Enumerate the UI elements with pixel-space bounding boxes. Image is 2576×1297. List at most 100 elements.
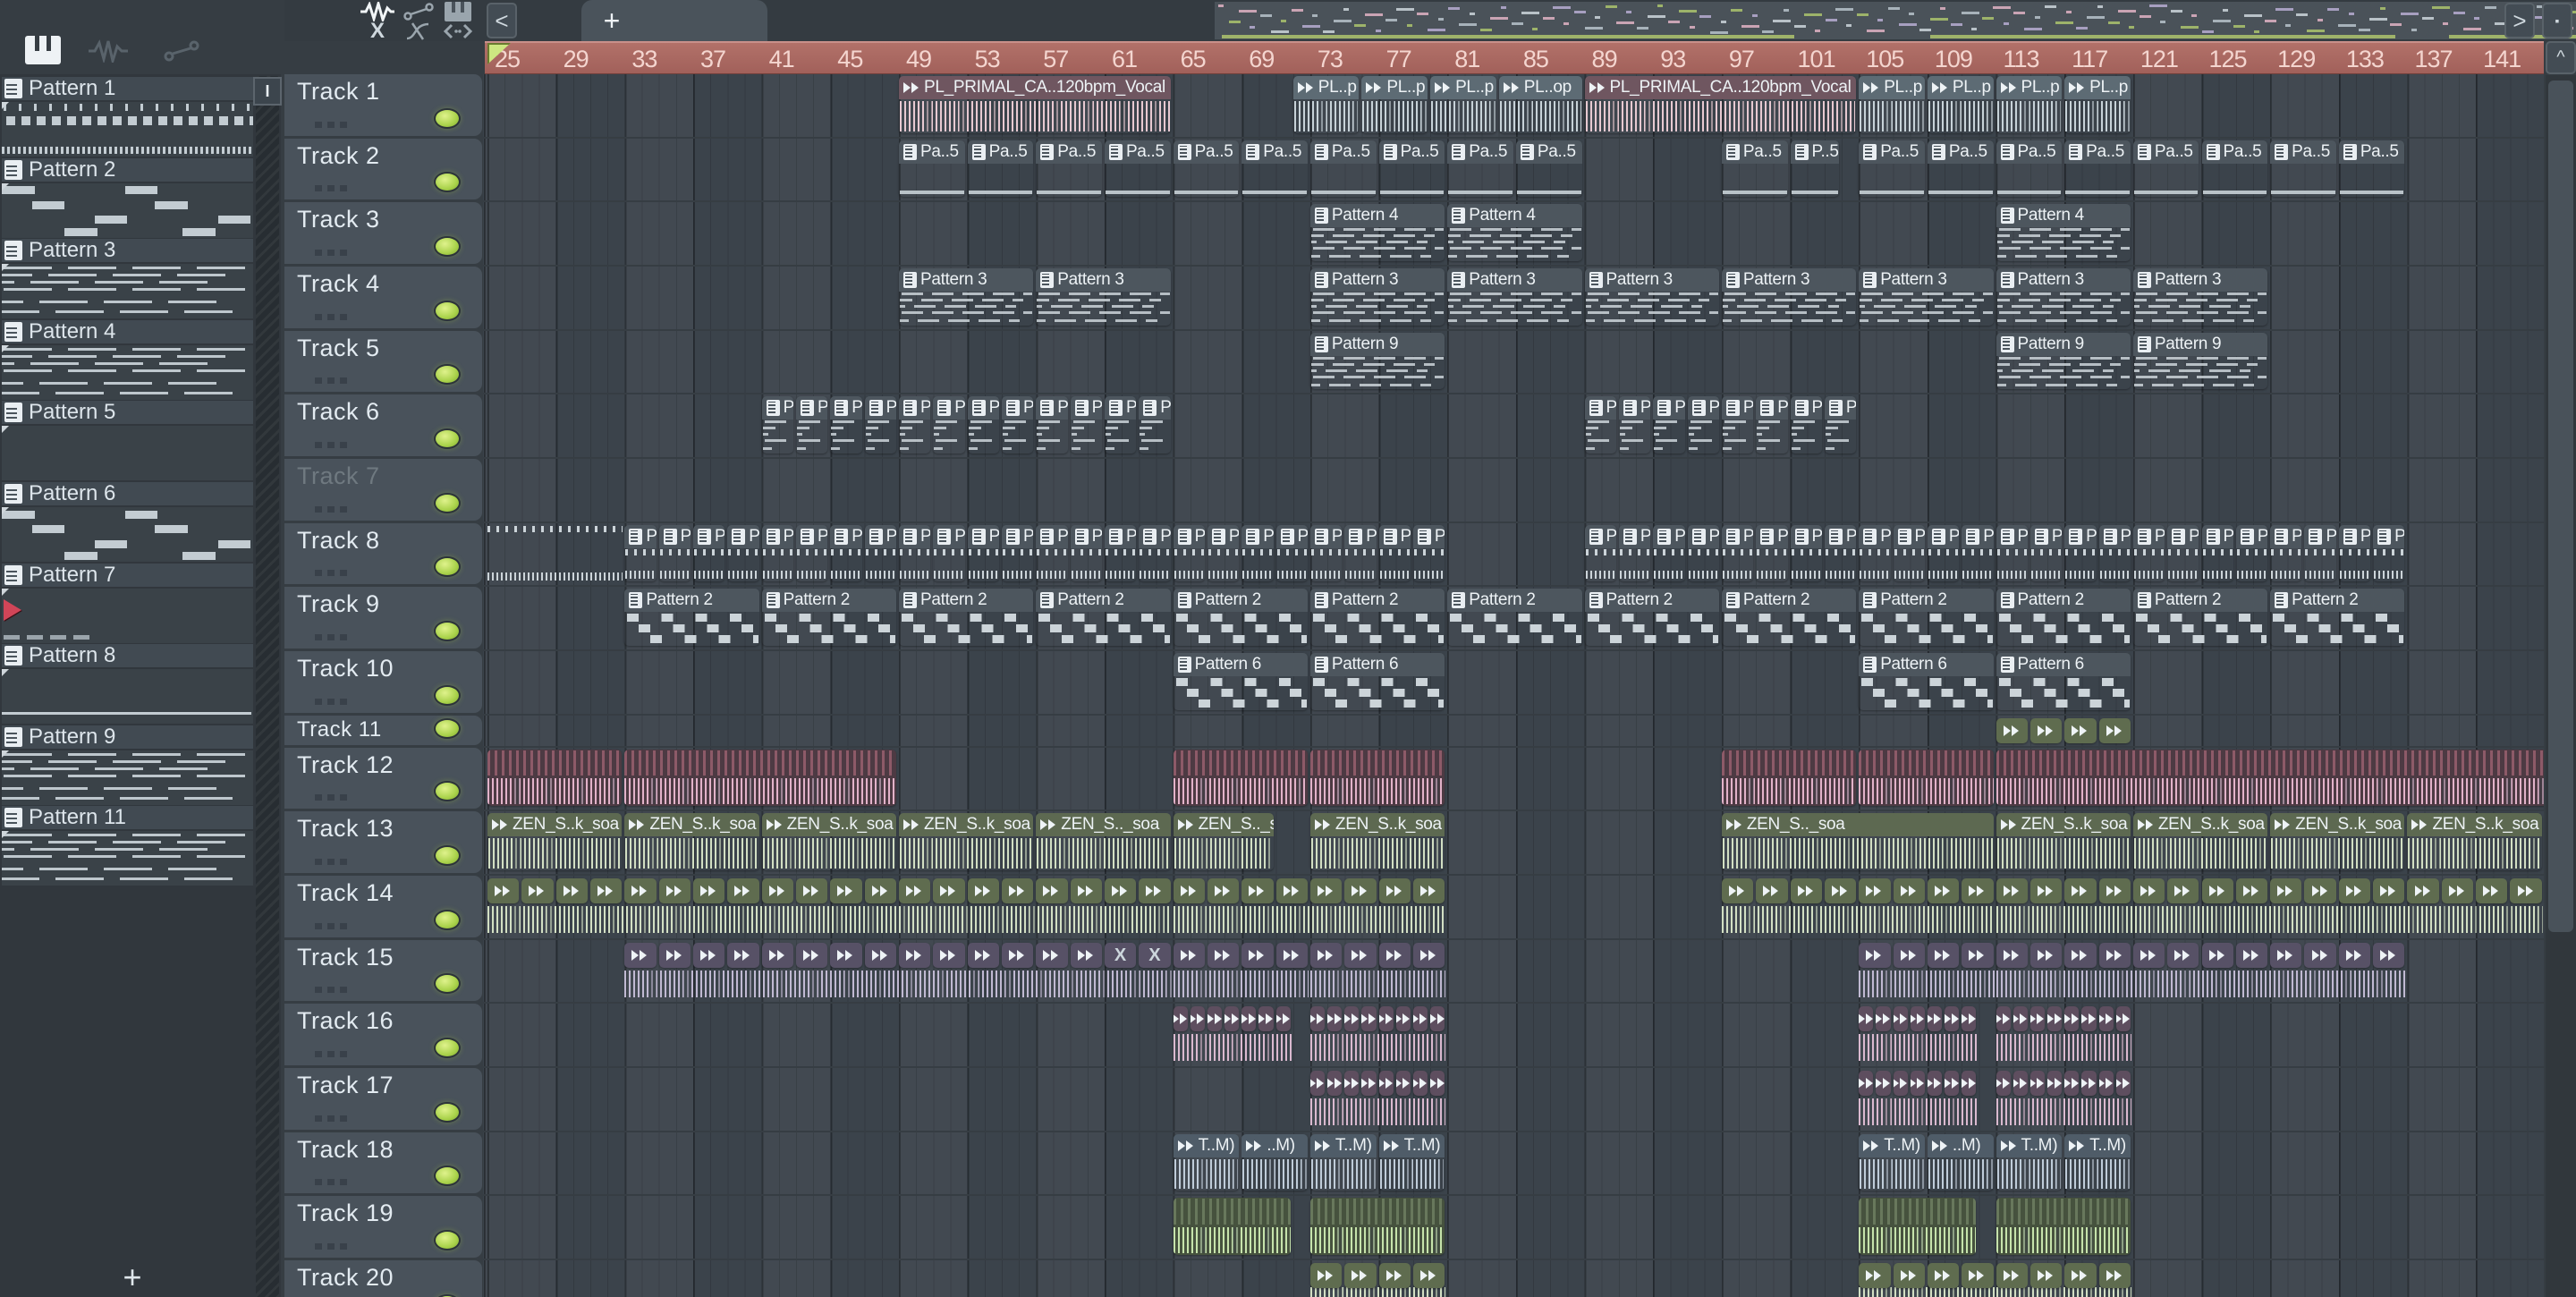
clip[interactable]: Pa..1: [1824, 524, 1857, 582]
clip-header[interactable]: Pa..1: [1001, 396, 1034, 420]
clip-header[interactable]: PL_PRIMAL_CA..120bpm_Vocal: [1584, 76, 1857, 99]
clip[interactable]: [2064, 717, 2097, 743]
clip-header[interactable]: PL..p: [1927, 76, 1994, 99]
clip[interactable]: [1275, 1006, 1291, 1032]
track-name[interactable]: Track 18: [297, 1136, 394, 1164]
clip[interactable]: [1859, 877, 1891, 903]
clip[interactable]: ZEN_S..k_soa: [624, 813, 759, 870]
clip-header[interactable]: Pa..1: [1653, 396, 1685, 420]
clip[interactable]: [1327, 1006, 1343, 1032]
clip-header[interactable]: Pa..1: [1653, 524, 1685, 548]
clip[interactable]: Pa..1: [898, 524, 931, 582]
clip[interactable]: Pa..1: [1001, 524, 1034, 582]
clip[interactable]: [1258, 1006, 1274, 1032]
clip[interactable]: [1927, 942, 1960, 968]
clip-header[interactable]: ZEN_S..k_soa: [2132, 813, 2268, 837]
clip[interactable]: [2064, 942, 2097, 968]
clip-header[interactable]: Pa..1: [761, 396, 793, 420]
clip[interactable]: Pa..1: [624, 524, 657, 582]
clip[interactable]: T..M): [1859, 1133, 1925, 1191]
clip[interactable]: Pa..1: [830, 396, 862, 454]
clip[interactable]: [658, 877, 691, 903]
clip[interactable]: [2338, 942, 2371, 968]
clip[interactable]: [1070, 942, 1102, 968]
track-name[interactable]: Track 14: [297, 879, 394, 907]
clip[interactable]: Pa..1: [1139, 396, 1171, 454]
track-options-dots[interactable]: [315, 987, 351, 994]
clip[interactable]: Pattern 9: [2132, 332, 2268, 390]
clip-header[interactable]: Pa..1: [1139, 524, 1171, 548]
clip[interactable]: Pa..1: [761, 524, 793, 582]
cut-tool-icon[interactable]: X: [358, 19, 397, 43]
clip[interactable]: [2132, 877, 2165, 903]
clip[interactable]: Pattern 3: [1721, 267, 1857, 326]
track-name[interactable]: Track 13: [297, 815, 394, 843]
clip-header[interactable]: PL..p: [1996, 76, 2063, 99]
track-header[interactable]: Track 5: [284, 330, 482, 393]
clip[interactable]: ZEN_S..k_soa: [1309, 813, 1445, 870]
clip[interactable]: [2270, 877, 2302, 903]
clip[interactable]: [1173, 749, 1308, 807]
clip[interactable]: [1790, 877, 1822, 903]
clip[interactable]: [1309, 877, 1343, 903]
track-name[interactable]: Track 17: [297, 1072, 394, 1099]
clip[interactable]: Pa..1: [727, 524, 759, 582]
clip[interactable]: [1996, 1198, 2131, 1255]
clip[interactable]: Pa..1: [1653, 396, 1685, 454]
clip-header[interactable]: Pa..1: [2029, 524, 2063, 548]
clip[interactable]: [555, 877, 588, 903]
clip[interactable]: PL..p: [1292, 76, 1360, 133]
clip[interactable]: Pa..1: [1344, 524, 1377, 582]
track-lane[interactable]: [483, 1132, 2544, 1195]
clip[interactable]: [2201, 942, 2233, 968]
clip[interactable]: Pa..5: [1378, 140, 1445, 198]
clip[interactable]: Pattern 3: [1996, 267, 2131, 326]
clip-header[interactable]: Pa..5: [1309, 140, 1377, 164]
pattern-item-header[interactable]: Pattern 9: [2, 725, 253, 749]
clip[interactable]: [761, 942, 793, 968]
clip[interactable]: Pa..1: [2064, 524, 2097, 582]
clip[interactable]: [1207, 942, 1240, 968]
clip-header[interactable]: Pa..1: [1001, 524, 1034, 548]
pattern-item[interactable]: Pattern 1: [2, 76, 253, 157]
clip-header[interactable]: Pa..5: [2270, 140, 2336, 164]
clip[interactable]: Pa..1: [1070, 524, 1102, 582]
clip[interactable]: Pa..1: [1790, 524, 1822, 582]
pattern-item-header[interactable]: Pattern 2: [2, 157, 253, 182]
track-header[interactable]: Track 18: [284, 1132, 482, 1194]
clip[interactable]: [2098, 942, 2131, 968]
clip[interactable]: [1309, 1198, 1445, 1255]
clip-header[interactable]: Pattern 3: [1036, 267, 1171, 292]
clip[interactable]: Pa..5: [2270, 140, 2336, 198]
clip[interactable]: [2304, 877, 2336, 903]
clip-header[interactable]: Pa..1: [1070, 396, 1102, 420]
clip[interactable]: Pa..1: [1893, 524, 1925, 582]
clip[interactable]: [1412, 1006, 1428, 1032]
clip[interactable]: [2373, 877, 2405, 903]
clip[interactable]: Pa..1: [1036, 524, 1068, 582]
clip-header[interactable]: Pattern 2: [2132, 589, 2268, 613]
clip[interactable]: PL..p: [1859, 76, 1925, 133]
track-name[interactable]: Track 4: [297, 270, 380, 298]
track-header[interactable]: Track 11: [284, 715, 482, 745]
clip[interactable]: [1996, 877, 2028, 903]
track-header[interactable]: Track 6: [284, 394, 482, 456]
clip[interactable]: [2012, 1070, 2028, 1096]
clip-header[interactable]: Pa..1: [1275, 524, 1308, 548]
track-name[interactable]: Track 2: [297, 142, 380, 170]
clip-header[interactable]: Pa..1: [1893, 524, 1925, 548]
clip[interactable]: ZEN_S.._soa: [1036, 813, 1171, 870]
clip[interactable]: [1859, 749, 1994, 807]
clip-header[interactable]: Pa..1: [1687, 524, 1719, 548]
clip[interactable]: [1996, 1070, 2011, 1096]
clip[interactable]: P..1: [2373, 524, 2405, 582]
clip-header[interactable]: Pa..1: [795, 396, 828, 420]
clip-header[interactable]: Pa..5: [1515, 140, 1582, 164]
clip-header[interactable]: Pa..1: [1241, 524, 1274, 548]
clip-header[interactable]: Pa..1: [967, 396, 999, 420]
track-options-dots[interactable]: [315, 1050, 351, 1057]
clip[interactable]: [830, 942, 862, 968]
clip[interactable]: [1036, 942, 1068, 968]
clip[interactable]: [1309, 942, 1343, 968]
clip[interactable]: Pa..1: [1790, 396, 1822, 454]
